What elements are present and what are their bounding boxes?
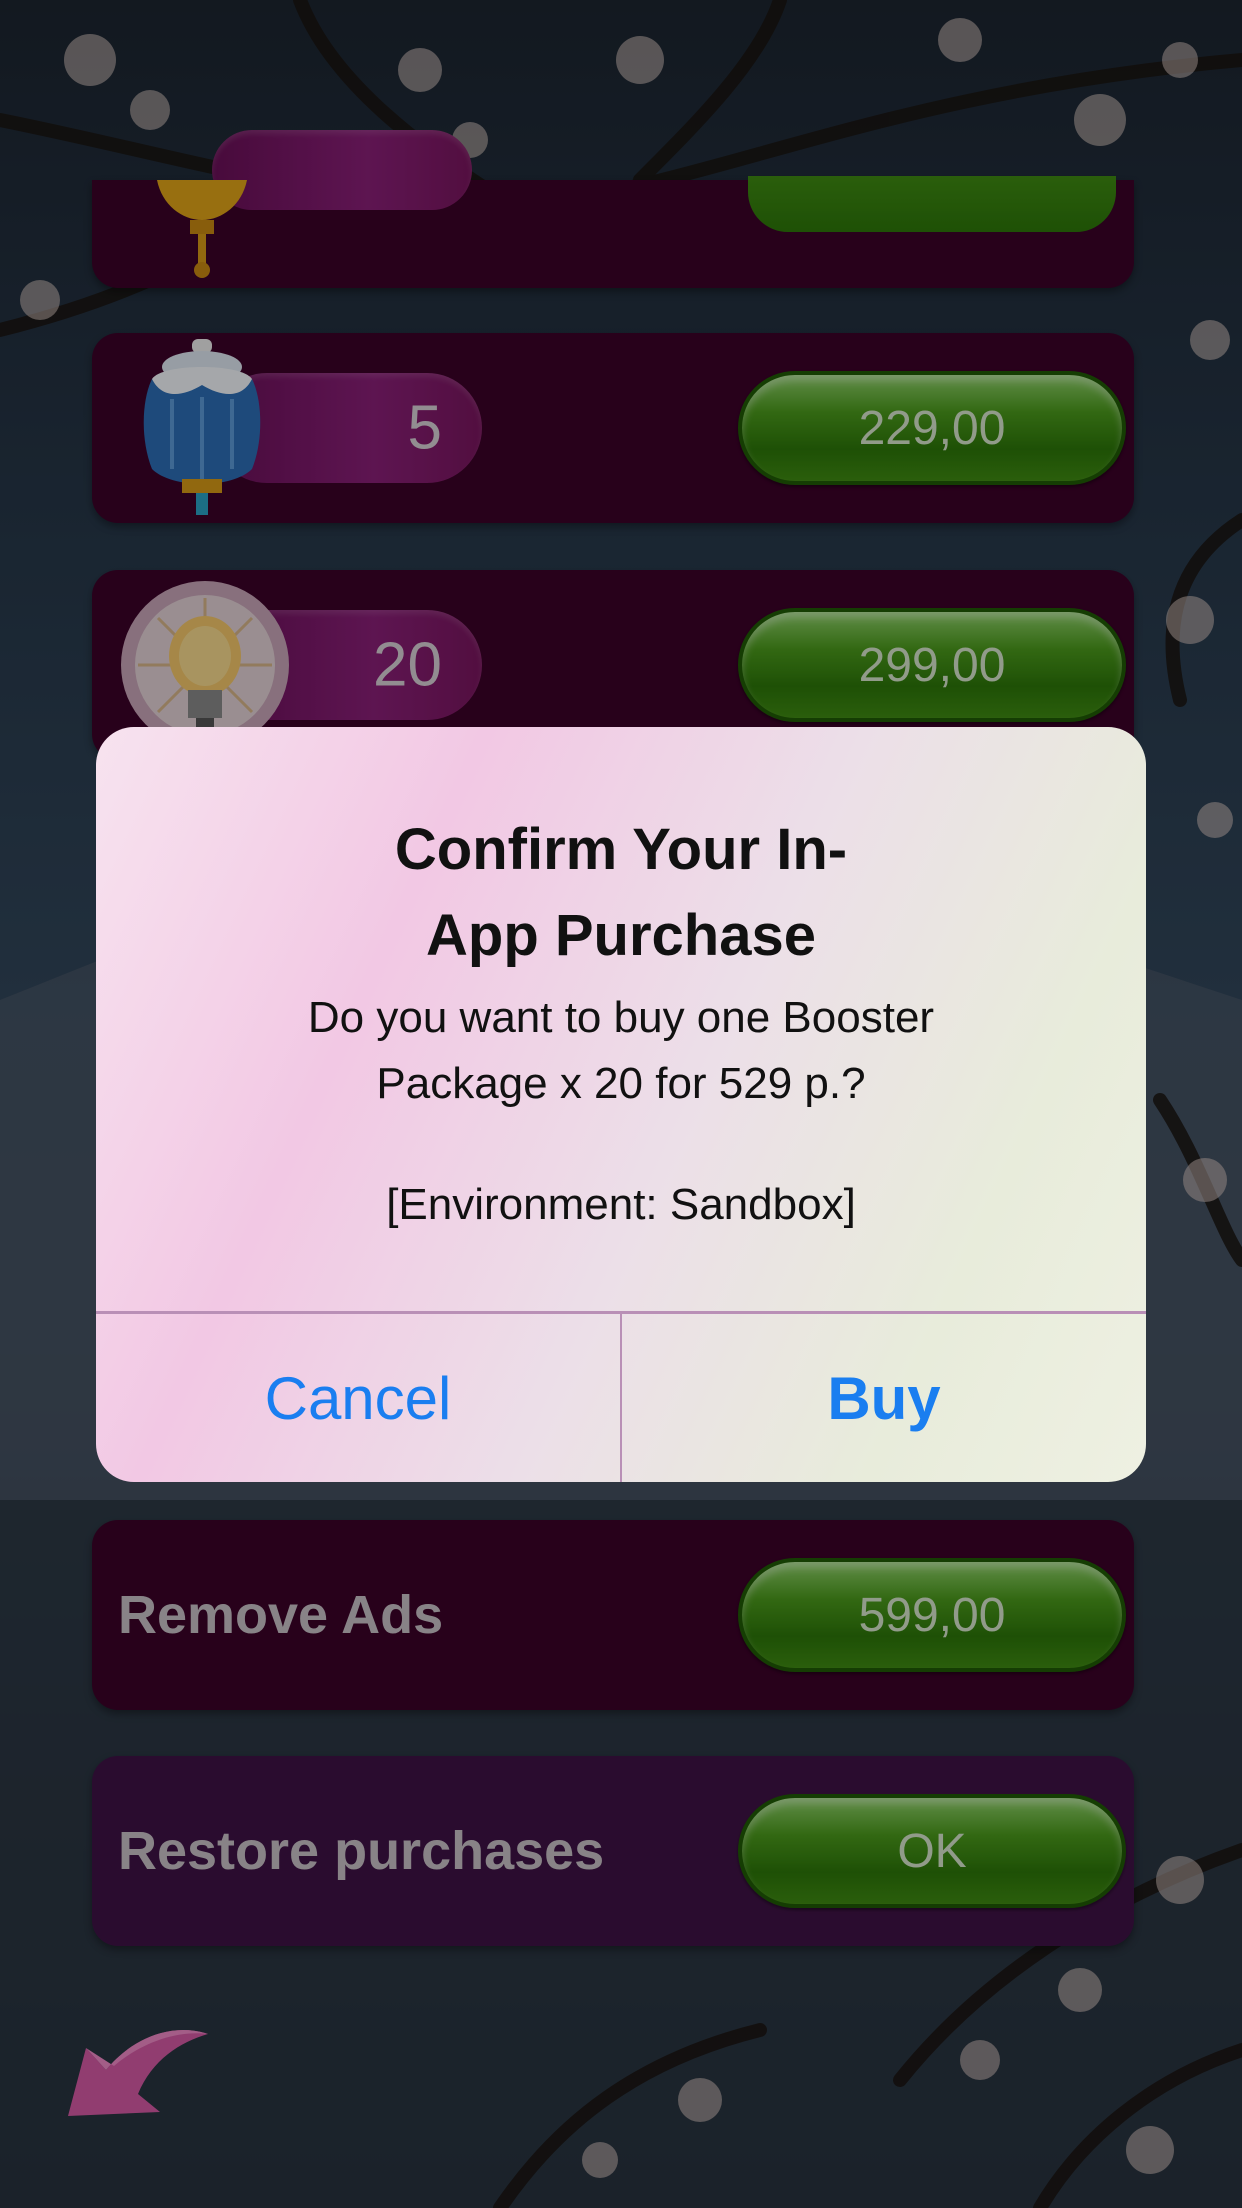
- purchase-confirm-dialog: Confirm Your In- App Purchase Do you wan…: [96, 727, 1146, 1482]
- item-count: 20: [373, 630, 442, 700]
- shop-item-row: 5 229,00: [92, 333, 1134, 523]
- price-button[interactable]: 229,00: [738, 371, 1126, 485]
- lightbulb-icon: [118, 578, 292, 752]
- restore-ok-button[interactable]: OK: [738, 1794, 1126, 1908]
- dialog-message: Do you want to buy one Booster Package x…: [307, 993, 935, 1108]
- cancel-button[interactable]: Cancel: [96, 1314, 620, 1482]
- restore-purchases-row: Restore purchases OK: [92, 1756, 1134, 1946]
- price-button-partial[interactable]: [748, 176, 1116, 232]
- lantern-gold-icon: [152, 180, 252, 290]
- shop-item-row: [92, 130, 1134, 290]
- dialog-title: Confirm Your In- App Purchase: [394, 817, 848, 968]
- item-count: 5: [407, 393, 442, 463]
- buy-button[interactable]: Buy: [622, 1314, 1146, 1482]
- restore-purchases-label: Restore purchases: [118, 1821, 605, 1881]
- dialog-environment: [Environment: Sandbox]: [386, 1180, 856, 1229]
- remove-ads-label: Remove Ads: [118, 1585, 444, 1645]
- remove-ads-price-button[interactable]: 599,00: [738, 1558, 1126, 1672]
- price-button[interactable]: 299,00: [738, 608, 1126, 722]
- remove-ads-row: Remove Ads 599,00: [92, 1520, 1134, 1710]
- back-arrow-icon[interactable]: [62, 2008, 212, 2120]
- lantern-blue-icon: [132, 339, 272, 529]
